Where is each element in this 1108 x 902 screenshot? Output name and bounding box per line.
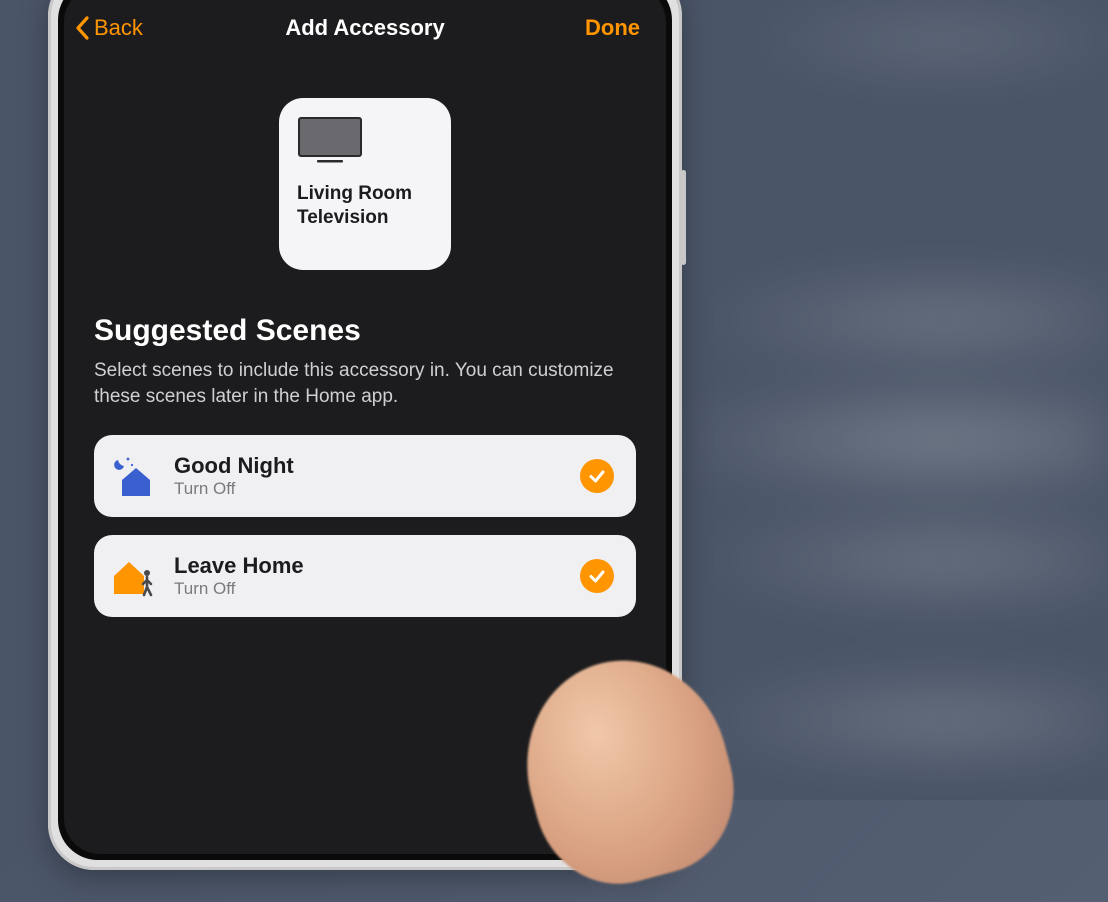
checkmark-icon bbox=[580, 459, 614, 493]
accessory-tile[interactable]: Living Room Television bbox=[279, 98, 451, 270]
scene-text: Good Night Turn Off bbox=[174, 454, 580, 498]
moon-house-icon bbox=[110, 452, 158, 500]
accessory-tile-wrap: Living Room Television bbox=[64, 58, 666, 300]
tv-icon bbox=[297, 116, 369, 166]
section-description: Select scenes to include this accessory … bbox=[94, 358, 636, 409]
nav-bar: Back Add Accessory Done bbox=[64, 0, 666, 58]
scene-name: Good Night bbox=[174, 454, 580, 478]
scene-subtitle: Turn Off bbox=[174, 479, 580, 499]
scene-subtitle: Turn Off bbox=[174, 579, 580, 599]
scene-text: Leave Home Turn Off bbox=[174, 554, 580, 598]
scene-leave-home[interactable]: Leave Home Turn Off bbox=[94, 535, 636, 617]
done-button[interactable]: Done bbox=[585, 15, 640, 41]
back-label: Back bbox=[94, 15, 143, 41]
section-title: Suggested Scenes bbox=[94, 314, 636, 348]
scene-name: Leave Home bbox=[174, 554, 580, 578]
accessory-name: Living Room Television bbox=[297, 182, 433, 230]
phone-side-button bbox=[681, 170, 686, 265]
scene-good-night[interactable]: Good Night Turn Off bbox=[94, 435, 636, 517]
back-button[interactable]: Back bbox=[74, 15, 143, 41]
suggested-scenes-section: Suggested Scenes Select scenes to includ… bbox=[64, 300, 666, 617]
page-title: Add Accessory bbox=[285, 15, 444, 41]
checkmark-icon bbox=[580, 559, 614, 593]
chevron-left-icon bbox=[74, 15, 90, 41]
house-person-icon bbox=[110, 552, 158, 600]
